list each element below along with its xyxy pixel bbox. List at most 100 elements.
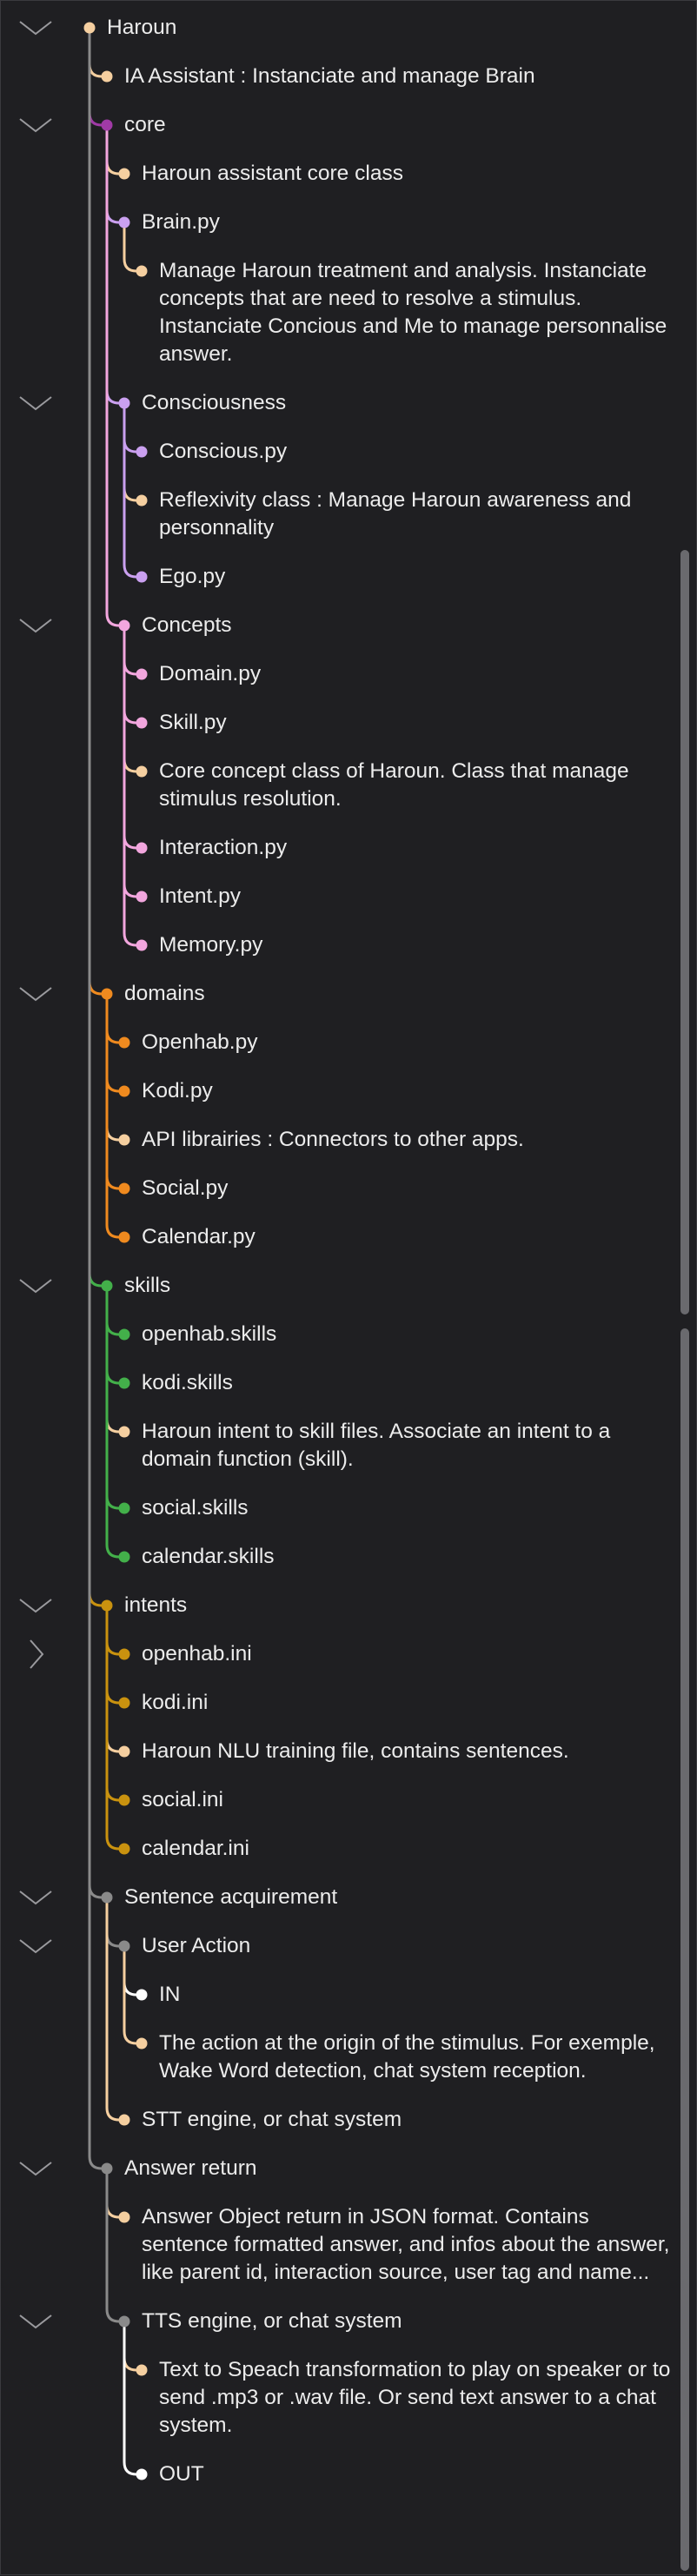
outline-node-branch[interactable]: skills <box>124 1272 680 1300</box>
outline-node-branch[interactable]: User Action <box>142 1932 680 1960</box>
outline-node-item[interactable]: kodi.ini <box>142 1689 680 1717</box>
node-bullet[interactable] <box>118 1843 130 1855</box>
outline-node-item[interactable]: Calendar.py <box>142 1223 680 1251</box>
node-bullet[interactable] <box>118 1036 130 1049</box>
node-bullet[interactable] <box>101 1599 113 1612</box>
outline-node-branch[interactable]: core <box>124 111 680 139</box>
outline-node-item[interactable]: Haroun NLU training file, contains sente… <box>142 1738 680 1765</box>
outline-node-item[interactable]: Memory.py <box>159 931 680 959</box>
node-bullet[interactable] <box>101 70 113 83</box>
node-bullet[interactable] <box>101 988 113 1000</box>
outline-node-item[interactable]: IA Assistant : Instanciate and manage Br… <box>124 63 680 90</box>
chevron-down-icon[interactable] <box>19 619 52 633</box>
scrollbar-thumb-lower[interactable] <box>680 1328 689 2571</box>
node-bullet[interactable] <box>136 842 148 854</box>
node-bullet[interactable] <box>118 168 130 180</box>
node-bullet[interactable] <box>136 571 148 583</box>
outline-node-branch[interactable]: TTS engine, or chat system <box>142 2308 680 2335</box>
chevron-down-icon[interactable] <box>19 118 52 133</box>
node-bullet[interactable] <box>136 668 148 680</box>
chevron-down-icon[interactable] <box>19 2162 52 2176</box>
node-bullet[interactable] <box>101 1280 113 1292</box>
outline-node-item[interactable]: Manage Haroun treatment and analysis. In… <box>159 257 680 368</box>
outline-node-item[interactable]: Social.py <box>142 1175 680 1202</box>
node-bullet[interactable] <box>136 717 148 729</box>
outline-node-item[interactable]: Domain.py <box>159 660 680 688</box>
node-bullet[interactable] <box>136 1989 148 2001</box>
node-bullet[interactable] <box>118 1231 130 1243</box>
node-bullet[interactable] <box>136 891 148 903</box>
node-bullet[interactable] <box>136 939 148 951</box>
node-bullet[interactable] <box>136 494 148 507</box>
outline-node-item[interactable]: social.skills <box>142 1494 680 1522</box>
node-bullet[interactable] <box>118 1377 130 1389</box>
node-bullet[interactable] <box>118 1551 130 1563</box>
node-bullet[interactable] <box>118 1940 130 1952</box>
chevron-down-icon[interactable] <box>19 21 52 36</box>
outline-node-item[interactable]: Text to Speach transformation to play on… <box>159 2356 680 2440</box>
node-bullet[interactable] <box>118 2315 130 2328</box>
scrollbar-thumb-upper[interactable] <box>680 550 689 1314</box>
node-bullet[interactable] <box>136 265 148 277</box>
node-bullet[interactable] <box>118 1648 130 1660</box>
outline-node-branch[interactable]: Concepts <box>142 612 680 639</box>
outline-node-item[interactable]: Core concept class of Haroun. Class that… <box>159 758 680 813</box>
outline-node-item[interactable]: API librairies : Connectors to other app… <box>142 1126 680 1154</box>
outline-node-item[interactable]: Brain.py <box>142 209 680 236</box>
node-bullet[interactable] <box>118 1794 130 1806</box>
outline-node-item[interactable]: calendar.ini <box>142 1835 680 1863</box>
chevron-down-icon[interactable] <box>19 1279 52 1294</box>
outline-node-branch[interactable]: domains <box>124 980 680 1008</box>
outline-node-item[interactable]: openhab.skills <box>142 1321 680 1348</box>
node-bullet[interactable] <box>118 397 130 409</box>
outline-node-branch[interactable]: Haroun <box>107 14 680 42</box>
outline-node-item[interactable]: The action at the origin of the stimulus… <box>159 2030 680 2085</box>
node-bullet[interactable] <box>118 1745 130 1758</box>
node-bullet[interactable] <box>118 2211 130 2223</box>
outline-node-item[interactable]: calendar.skills <box>142 1543 680 1571</box>
outline-node-item[interactable]: Skill.py <box>159 709 680 737</box>
node-bullet[interactable] <box>101 119 113 131</box>
outline-node-branch[interactable]: openhab.ini <box>142 1640 680 1668</box>
chevron-down-icon[interactable] <box>19 2314 52 2329</box>
outline-node-item[interactable]: social.ini <box>142 1786 680 1814</box>
node-bullet[interactable] <box>118 1182 130 1195</box>
node-bullet[interactable] <box>118 1328 130 1341</box>
node-bullet[interactable] <box>136 2037 148 2050</box>
node-bullet[interactable] <box>118 1085 130 1097</box>
outline-node-item[interactable]: Ego.py <box>159 563 680 591</box>
node-bullet[interactable] <box>118 1134 130 1146</box>
outline-node-item[interactable]: Reflexivity class : Manage Haroun awaren… <box>159 487 680 542</box>
node-bullet[interactable] <box>136 765 148 778</box>
outline-node-item[interactable]: Intent.py <box>159 883 680 911</box>
outline-node-item[interactable]: Conscious.py <box>159 438 680 466</box>
outline-node-item[interactable]: kodi.skills <box>142 1369 680 1397</box>
outline-node-item[interactable]: STT engine, or chat system <box>142 2106 680 2134</box>
node-bullet[interactable] <box>83 22 96 34</box>
outline-node-branch[interactable]: Answer return <box>124 2155 680 2182</box>
chevron-down-icon[interactable] <box>19 1891 52 1905</box>
node-bullet[interactable] <box>118 1697 130 1709</box>
node-bullet[interactable] <box>101 1891 113 1904</box>
outline-node-branch[interactable]: intents <box>124 1592 680 1619</box>
outline-node-item[interactable]: Haroun assistant core class <box>142 160 680 188</box>
node-bullet[interactable] <box>136 2364 148 2376</box>
node-bullet[interactable] <box>118 2114 130 2126</box>
node-bullet[interactable] <box>118 216 130 228</box>
chevron-right-icon[interactable] <box>30 1639 44 1669</box>
chevron-down-icon[interactable] <box>19 396 52 411</box>
chevron-down-icon[interactable] <box>19 987 52 1002</box>
node-bullet[interactable] <box>118 619 130 632</box>
outline-node-item[interactable]: Kodi.py <box>142 1077 680 1105</box>
node-bullet[interactable] <box>118 1426 130 1438</box>
outline-node-item[interactable]: OUT <box>159 2460 680 2488</box>
outline-node-item[interactable]: IN <box>159 1981 680 2009</box>
outline-node-item[interactable]: Interaction.py <box>159 834 680 862</box>
node-bullet[interactable] <box>118 1502 130 1514</box>
outline-node-branch[interactable]: Sentence acquirement <box>124 1884 680 1911</box>
outline-node-item[interactable]: Haroun intent to skill files. Associate … <box>142 1418 680 1473</box>
outline-node-item[interactable]: Openhab.py <box>142 1029 680 1056</box>
chevron-down-icon[interactable] <box>19 1599 52 1613</box>
outline-node-branch[interactable]: Consciousness <box>142 389 680 417</box>
chevron-down-icon[interactable] <box>19 1939 52 1954</box>
